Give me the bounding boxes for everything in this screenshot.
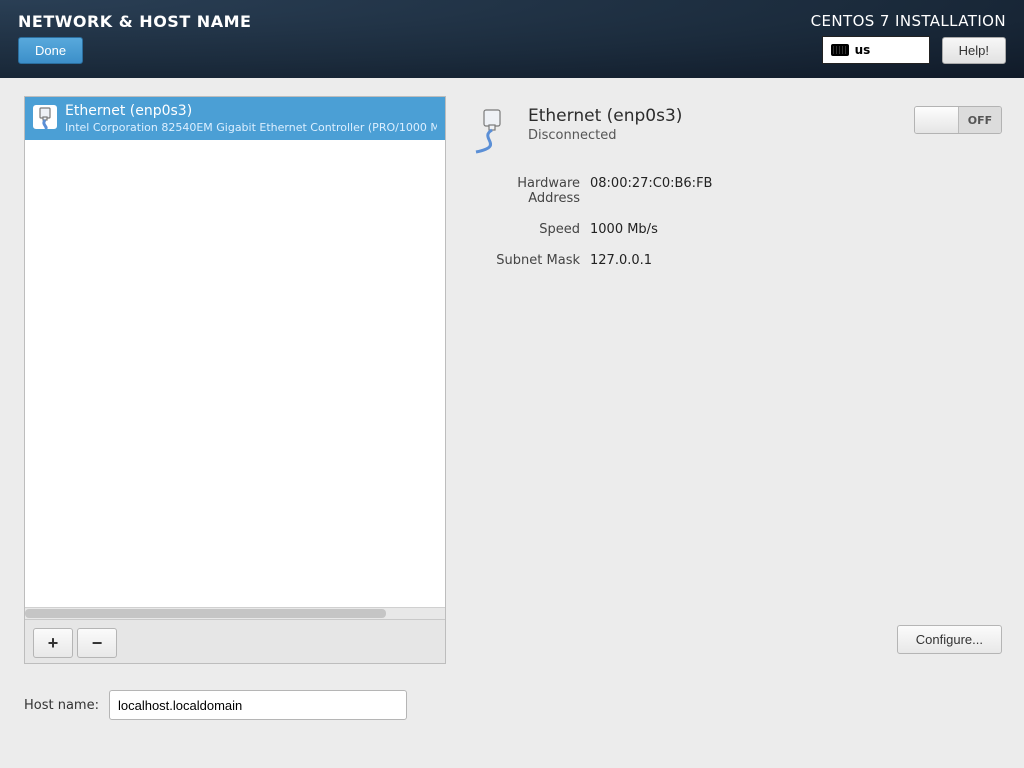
- header-controls: us Help!: [822, 36, 1006, 64]
- nic-list[interactable]: Ethernet (enp0s3) Intel Corporation 8254…: [25, 97, 445, 619]
- install-title: CENTOS 7 INSTALLATION: [811, 12, 1006, 30]
- keyboard-icon: [831, 44, 849, 56]
- remove-nic-button[interactable]: −: [77, 628, 117, 658]
- ethernet-icon: [33, 105, 57, 129]
- nic-item-description: Intel Corporation 82540EM Gigabit Ethern…: [65, 121, 437, 134]
- hw-address-label: Hardware Address: [468, 176, 580, 206]
- nic-toolbar: + −: [25, 619, 445, 663]
- horizontal-scrollbar[interactable]: [25, 607, 445, 619]
- done-button[interactable]: Done: [18, 37, 83, 64]
- nic-item-text: Ethernet (enp0s3) Intel Corporation 8254…: [65, 103, 437, 134]
- subnet-mask-label: Subnet Mask: [468, 253, 580, 268]
- hostname-row: Host name:: [24, 690, 1006, 720]
- row-subnet-mask: Subnet Mask 127.0.0.1: [468, 253, 1002, 268]
- scrollbar-thumb[interactable]: [25, 609, 386, 618]
- row-speed: Speed 1000 Mb/s: [468, 222, 1002, 237]
- toggle-label: OFF: [959, 107, 1001, 133]
- details-title-block: Ethernet (enp0s3) Disconnected: [528, 106, 902, 143]
- body: Ethernet (enp0s3) Intel Corporation 8254…: [0, 78, 1024, 768]
- details-status: Disconnected: [528, 128, 902, 143]
- nic-item-name: Ethernet (enp0s3): [65, 103, 437, 119]
- nic-panel: Ethernet (enp0s3) Intel Corporation 8254…: [24, 96, 446, 664]
- connection-toggle[interactable]: OFF: [914, 106, 1002, 134]
- hostname-input[interactable]: [109, 690, 407, 720]
- header-right: CENTOS 7 INSTALLATION us Help!: [811, 12, 1006, 68]
- page-title: NETWORK & HOST NAME: [18, 12, 251, 31]
- speed-value: 1000 Mb/s: [590, 222, 658, 237]
- add-nic-button[interactable]: +: [33, 628, 73, 658]
- configure-button[interactable]: Configure...: [897, 625, 1002, 654]
- help-button[interactable]: Help!: [942, 37, 1006, 64]
- keyboard-layout-label: us: [855, 43, 871, 57]
- speed-label: Speed: [468, 222, 580, 237]
- header-left: NETWORK & HOST NAME Done: [18, 12, 251, 68]
- row-hardware-address: Hardware Address 08:00:27:C0:B6:FB: [468, 176, 1002, 206]
- nic-details: Ethernet (enp0s3) Disconnected OFF Hardw…: [464, 96, 1006, 664]
- nic-item[interactable]: Ethernet (enp0s3) Intel Corporation 8254…: [25, 97, 445, 140]
- configure-row: Configure...: [468, 617, 1002, 654]
- details-header: Ethernet (enp0s3) Disconnected OFF: [468, 106, 1002, 154]
- upper-pane: Ethernet (enp0s3) Intel Corporation 8254…: [24, 96, 1006, 664]
- keyboard-indicator[interactable]: us: [822, 36, 930, 64]
- header: NETWORK & HOST NAME Done CENTOS 7 INSTAL…: [0, 0, 1024, 78]
- subnet-mask-value: 127.0.0.1: [590, 253, 652, 268]
- hostname-label: Host name:: [24, 698, 99, 713]
- toggle-knob: [915, 107, 959, 133]
- details-title: Ethernet (enp0s3): [528, 106, 902, 126]
- hw-address-value: 08:00:27:C0:B6:FB: [590, 176, 712, 206]
- ethernet-icon: [468, 106, 516, 154]
